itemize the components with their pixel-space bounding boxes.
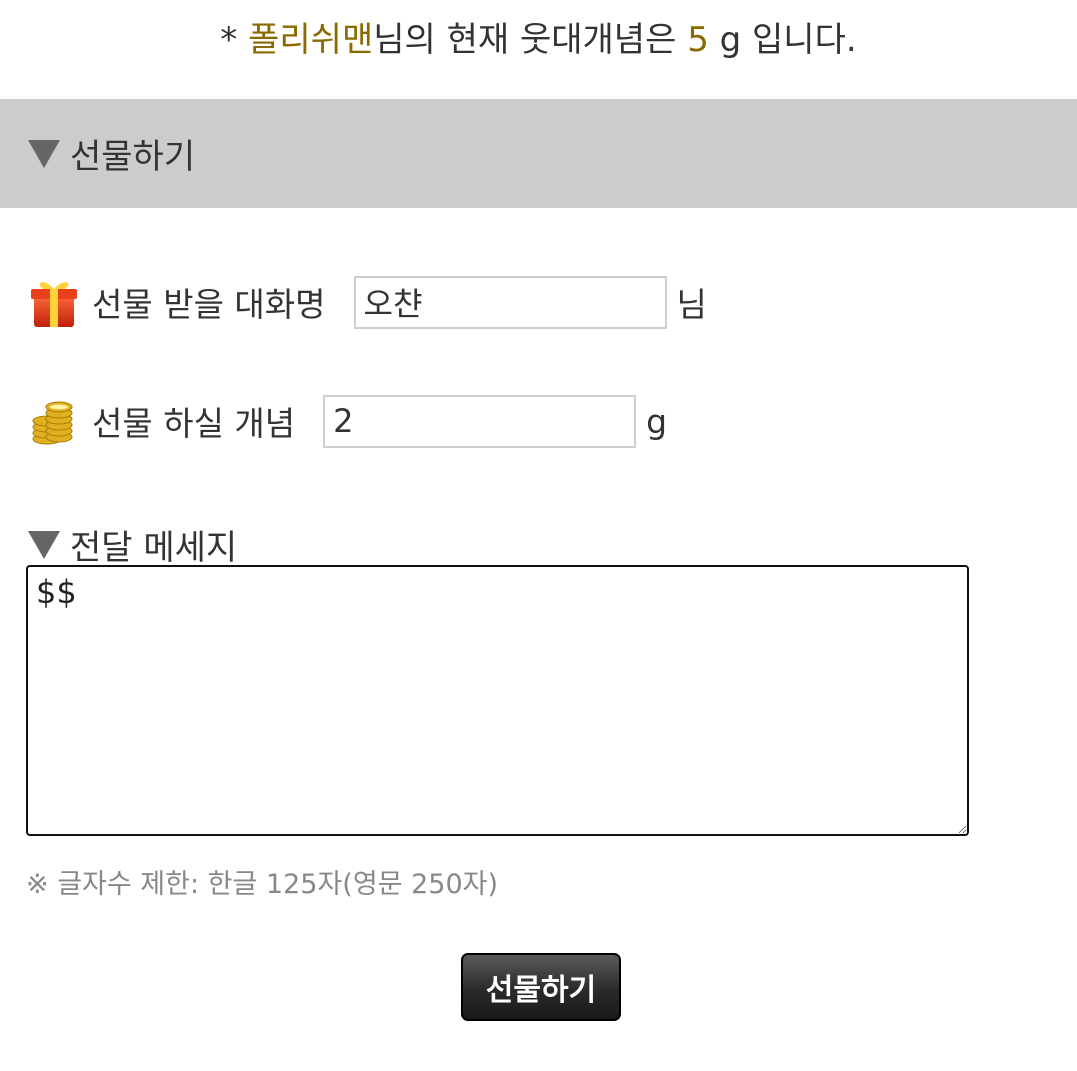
- section-header: 선물하기: [0, 99, 1077, 208]
- gift-box-icon: [26, 274, 82, 330]
- gift-page: * 폴리쉬맨님의 현재 웃대개념은 5 g 입니다. 선물하기 선물 받을 대화…: [0, 0, 1077, 1071]
- balance-amount: 5: [687, 20, 709, 60]
- balance-username: 폴리쉬맨: [248, 20, 374, 60]
- send-gift-button[interactable]: 선물하기: [461, 953, 621, 1021]
- message-textarea[interactable]: $$: [26, 565, 969, 836]
- recipient-row: 선물 받을 대화명 님: [26, 274, 707, 330]
- message-header: 전달 메세지: [28, 520, 237, 569]
- recipient-input[interactable]: [353, 275, 667, 329]
- recipient-label: 선물 받을 대화명: [92, 285, 326, 324]
- amount-unit: g: [646, 401, 668, 441]
- amount-row: 선물 하실 개념 g: [26, 393, 667, 449]
- recipient-unit: 님: [676, 285, 707, 324]
- amount-label: 선물 하실 개념: [92, 404, 296, 443]
- section-title: 선물하기: [70, 137, 196, 177]
- triangle-down-icon: [28, 530, 60, 559]
- amount-input[interactable]: [323, 394, 637, 448]
- balance-prefix: *: [220, 20, 249, 60]
- triangle-down-icon: [28, 139, 60, 168]
- balance-suffix: g 입니다.: [708, 20, 857, 60]
- message-title: 전달 메세지: [70, 528, 238, 568]
- gold-coins-icon: [26, 393, 82, 449]
- balance-line: * 폴리쉬맨님의 현재 웃대개념은 5 g 입니다.: [0, 16, 1077, 64]
- balance-middle: 님의 현재 웃대개념은: [373, 20, 688, 60]
- character-limit-note: ※ 글자수 제한: 한글 125자(영문 250자): [26, 869, 499, 900]
